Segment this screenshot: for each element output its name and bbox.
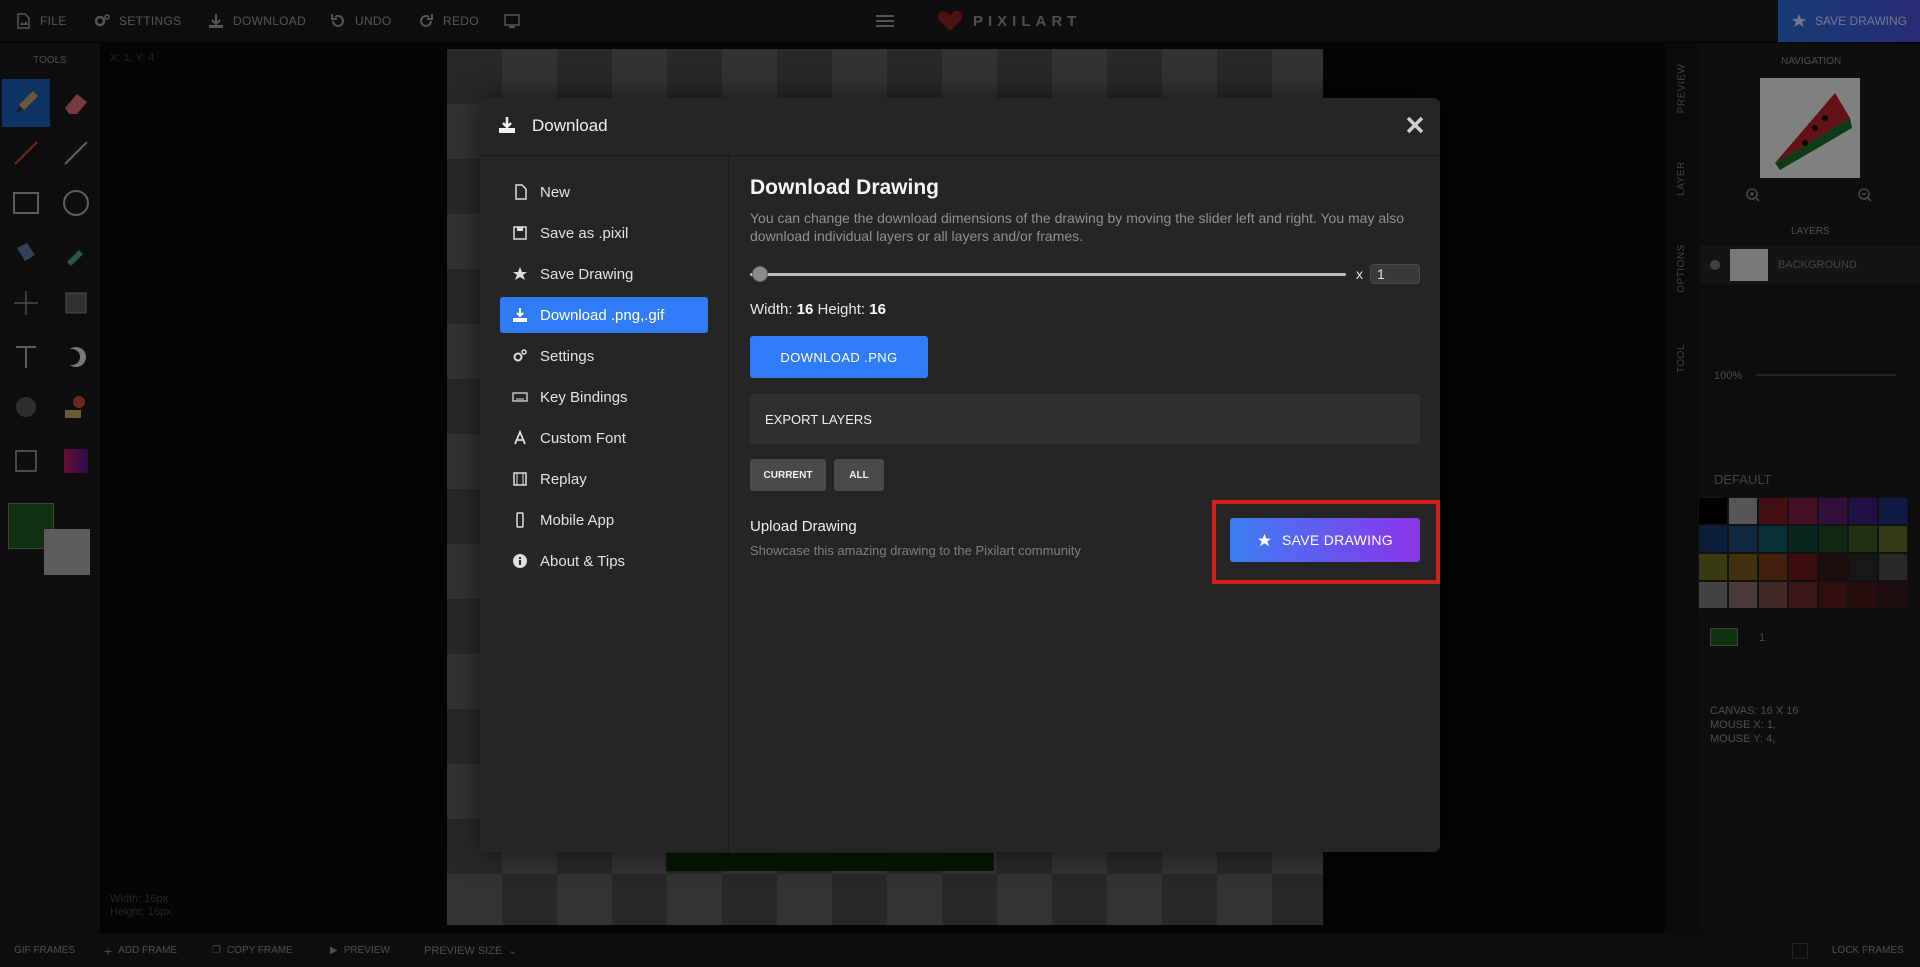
download-png-button[interactable]: DOWNLOAD .PNG (750, 336, 928, 378)
content-title: Download Drawing (750, 176, 939, 199)
save-drawing-label: SAVE DRAWING (1282, 532, 1393, 548)
menu-item-label: New (540, 183, 571, 201)
export-all-button[interactable]: ALL (834, 459, 884, 491)
export-layers-toggle[interactable]: EXPORT LAYERS (750, 394, 1420, 444)
content-description: You can change the download dimensions o… (750, 210, 1405, 244)
menu-item-label: Custom Font (540, 429, 626, 447)
modal-title: Download (532, 116, 608, 135)
floppy-icon (513, 226, 527, 240)
scale-multiplier-label: x (1356, 266, 1363, 282)
menu-item-label: Replay (540, 470, 587, 488)
dimensions-text: Width: 16 Height: 16 (750, 301, 886, 318)
menu-item-floppy[interactable]: Save as .pixil (500, 215, 708, 251)
download-modal: Download New Save as .pixil Save Drawing Do… (480, 98, 1440, 852)
menu-item-label: Settings (540, 347, 595, 365)
modal-menu: New Save as .pixil Save Drawing Download .p… (480, 156, 729, 852)
menu-item-download[interactable]: Download .png,.gif (500, 297, 708, 333)
menu-item-film[interactable]: Replay (500, 461, 708, 497)
height-value: 16 (869, 301, 886, 318)
upload-title: Upload Drawing (750, 518, 857, 535)
upload-description: Showcase this amazing drawing to the Pix… (750, 543, 1081, 558)
gears-icon (513, 349, 527, 362)
font-icon (514, 430, 526, 445)
film-icon (513, 472, 527, 486)
info-icon (513, 554, 527, 568)
menu-item-gears[interactable]: Settings (500, 338, 708, 374)
file-icon (515, 184, 527, 200)
menu-item-file[interactable]: New (500, 174, 708, 210)
star-icon (1257, 533, 1272, 546)
export-current-button[interactable]: CURRENT (750, 459, 826, 491)
height-label: Height: (817, 301, 866, 318)
close-icon[interactable] (1404, 114, 1426, 136)
menu-item-label: Save Drawing (540, 265, 634, 283)
menu-item-label: About & Tips (540, 552, 626, 570)
menu-item-mobile[interactable]: Mobile App (500, 502, 708, 538)
menu-item-keyboard[interactable]: Key Bindings (500, 379, 708, 415)
scale-slider-thumb[interactable] (752, 266, 768, 282)
width-value: 16 (796, 301, 814, 318)
menu-item-star[interactable]: Save Drawing (500, 256, 708, 292)
menu-item-font[interactable]: Custom Font (500, 420, 708, 456)
mobile-icon (516, 512, 524, 528)
star-icon (513, 267, 527, 280)
width-label: Width: (750, 301, 793, 318)
scale-slider-track[interactable] (750, 273, 1346, 276)
keyboard-icon (512, 392, 528, 402)
menu-item-label: Download .png,.gif (540, 306, 665, 324)
modal-header: Download (480, 98, 1440, 156)
menu-item-label: Key Bindings (540, 388, 628, 406)
menu-item-info[interactable]: About & Tips (500, 543, 708, 579)
menu-item-label: Save as .pixil (540, 224, 629, 242)
download-icon (513, 308, 527, 322)
download-icon (499, 117, 515, 133)
menu-item-label: Mobile App (540, 511, 615, 529)
scale-input[interactable] (1370, 264, 1420, 284)
save-drawing-button[interactable]: SAVE DRAWING (1230, 518, 1420, 562)
